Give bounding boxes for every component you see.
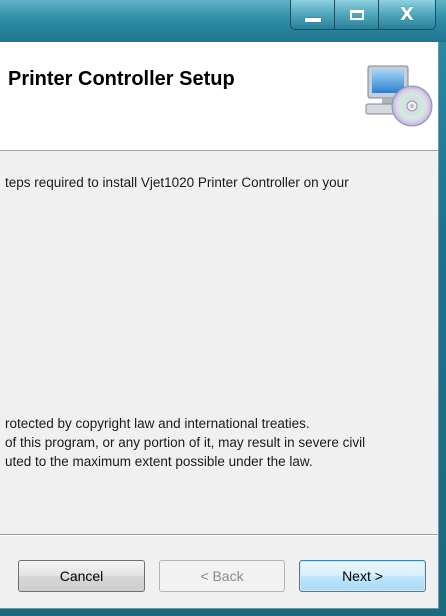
maximize-button[interactable] [334,0,378,30]
minimize-button[interactable] [290,0,334,30]
next-button[interactable]: Next > [299,560,426,592]
back-button[interactable]: < Back [159,560,285,592]
minimize-icon [304,17,321,22]
cancel-button[interactable]: Cancel [18,560,145,592]
copyright-line: of this program, or any portion of it, m… [5,435,366,450]
close-icon: X [400,4,414,25]
header-banner: Printer Controller Setup [0,42,438,151]
page-title: Printer Controller Setup [8,68,235,90]
installer-window: X Printer Controller Setup teps required… [0,0,446,616]
intro-text: teps required to install Vjet1020 Printe… [5,175,349,190]
close-button[interactable]: X [378,0,436,30]
button-separator [0,534,438,536]
dialog-client-area: Printer Controller Setup teps required t… [0,42,439,609]
title-bar[interactable]: X [0,0,446,42]
maximize-icon [349,9,364,20]
copyright-line: uted to the maximum extent possible unde… [5,454,313,469]
copyright-warning: rotected by copyright law and internatio… [5,414,365,471]
caption-buttons: X [290,0,438,34]
copyright-line: rotected by copyright law and internatio… [5,416,310,431]
computer-disc-icon [365,65,433,127]
